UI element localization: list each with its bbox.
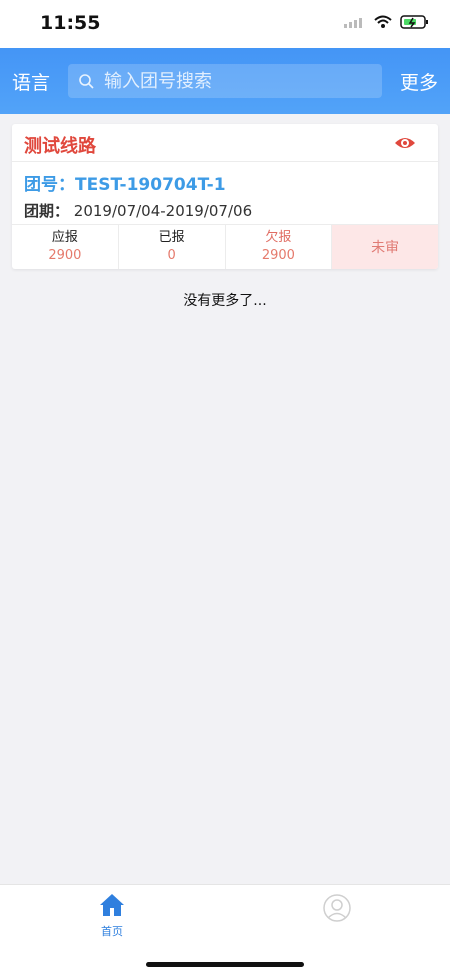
status-time: 11:55 xyxy=(40,12,101,34)
wifi-icon xyxy=(374,15,392,28)
search-box[interactable] xyxy=(68,64,382,98)
stat-value: 2900 xyxy=(261,248,295,263)
card-divider xyxy=(12,161,438,162)
stats-row: 应报 2900 已报 0 欠报 2900 未审 xyxy=(12,224,438,269)
group-number: 团号：TEST-190704T-1 xyxy=(24,175,226,195)
nav-bar: 语言 更多 xyxy=(0,48,450,114)
stat-label: 欠报 xyxy=(265,230,292,245)
signal-icon xyxy=(344,18,362,28)
home-icon xyxy=(100,894,124,916)
status-icons xyxy=(344,14,430,30)
stat-label: 已报 xyxy=(158,230,185,245)
more-button[interactable]: 更多 xyxy=(400,68,438,95)
stat-reported: 已报 0 xyxy=(119,225,226,269)
app-header: 11:55 语言 输入团号搜索 更多 xyxy=(0,0,450,114)
battery-icon xyxy=(400,15,428,29)
review-status-badge[interactable]: 未审 xyxy=(332,225,438,269)
no-more-text: 没有更多了... xyxy=(183,293,267,309)
group-date: 团期： 2019/07/04-2019/07/06 xyxy=(24,200,252,221)
search-input[interactable] xyxy=(102,69,376,93)
stat-value: 0 xyxy=(167,248,176,263)
tour-card[interactable]: 测试线路 团号：TEST-190704T-1 团期： 2019/07/04-20… xyxy=(12,124,438,269)
user-icon xyxy=(323,894,351,922)
stat-value: 2900 xyxy=(48,248,82,263)
tab-home-label: 首页 xyxy=(101,925,123,938)
group-date-value: 2019/07/04-2019/07/06 xyxy=(73,202,253,220)
tab-home[interactable]: 首页 xyxy=(82,893,142,939)
tab-profile[interactable] xyxy=(307,893,367,927)
stat-should-report: 应报 2900 xyxy=(12,225,119,269)
search-icon xyxy=(79,74,94,89)
home-indicator xyxy=(146,962,304,967)
stat-label: 应报 xyxy=(51,230,78,245)
stat-owed: 欠报 2900 xyxy=(226,225,333,269)
status-bar: 11:55 xyxy=(0,0,450,48)
group-date-label: 团期： xyxy=(24,202,70,220)
language-button[interactable]: 语言 xyxy=(12,68,50,95)
card-title: 测试线路 xyxy=(24,136,96,157)
eye-icon[interactable] xyxy=(394,134,416,152)
tab-bar: 首页 xyxy=(0,884,450,975)
